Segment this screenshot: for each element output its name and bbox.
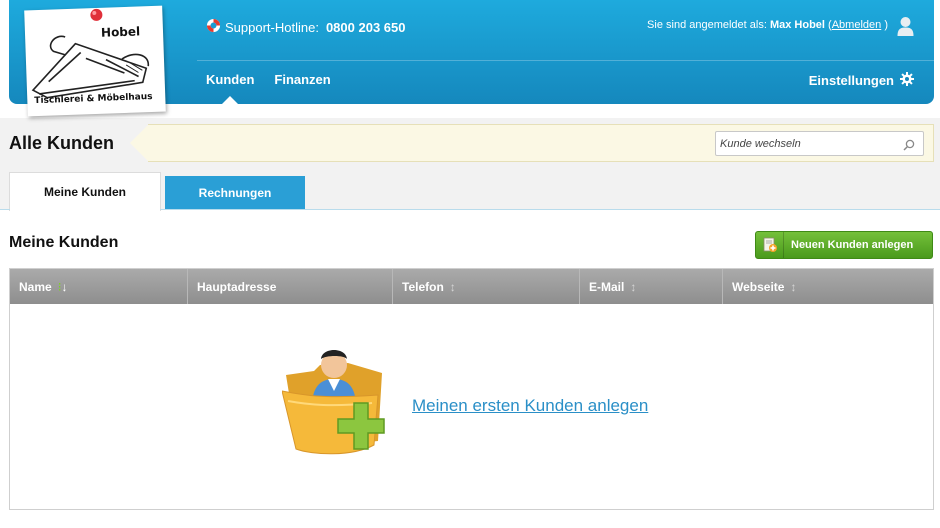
user-name: Max Hobel [769,19,825,31]
user-icon[interactable] [897,16,914,41]
nav-kunden[interactable]: Kunden [206,72,254,104]
tab-meine-kunden[interactable]: Meine Kunden [9,172,161,211]
customer-table: Name ⁝↓ Hauptadresse Telefon ↕ E-Mail ↕ … [9,268,934,510]
column-header-telefon[interactable]: Telefon ↕ [393,269,580,304]
column-header-email[interactable]: E-Mail ↕ [580,269,723,304]
notice-arrow [130,124,149,162]
column-label: Webseite [732,279,785,294]
settings-label: Einstellungen [808,73,894,88]
add-contact-icon [756,232,784,258]
logout-link[interactable]: Abmelden [832,19,882,31]
tab-meine-kunden-label: Meine Kunden [43,185,126,199]
support-hotline: Support-Hotline: 0800 203 650 [206,18,405,36]
create-first-customer-link[interactable]: Meinen ersten Kunden anlegen [412,396,648,416]
header-divider [197,60,934,61]
active-tab-gap [10,209,160,211]
folder-person-add-icon[interactable] [281,345,394,462]
login-prefix: Sie sind angemeldet als: [647,19,767,31]
company-logo[interactable]: Hobel Tischlerei & Möbelhaus [24,5,166,117]
column-label: E-Mail [589,279,625,294]
tab-rechnungen-label: Rechnungen [198,186,272,200]
sort-desc-icon: ⁝↓ [57,279,68,294]
new-customer-button[interactable]: Neuen Kunden anlegen [755,231,933,259]
settings-link[interactable]: Einstellungen [809,72,914,89]
login-info: Sie sind angemeldet als: Max Hobel (Abme… [647,19,888,31]
gear-icon [900,72,914,89]
column-label: Telefon [402,279,444,294]
sort-icon: ↕ [630,279,637,294]
new-customer-button-label: Neuen Kunden anlegen [791,239,914,251]
column-label: Hauptadresse [197,279,277,294]
sort-icon: ↕ [449,279,456,294]
column-header-hauptadresse[interactable]: Hauptadresse [188,269,393,304]
column-header-name[interactable]: Name ⁝↓ [10,269,188,304]
tab-rechnungen[interactable]: Rechnungen [165,176,305,210]
lifebuoy-icon [206,18,221,36]
support-label: Support-Hotline: [225,19,319,35]
page-title: Alle Kunden [9,133,115,153]
support-number: 0800 203 650 [325,19,406,35]
logo-name: Hobel [100,24,141,40]
paren-close: ) [884,19,888,31]
nav-finanzen[interactable]: Finanzen [274,72,330,87]
section-title: Meine Kunden [9,234,119,251]
sort-icon: ↕ [790,279,797,294]
column-label: Name [19,279,52,294]
customer-search-input[interactable] [715,131,924,156]
table-header: Name ⁝↓ Hauptadresse Telefon ↕ E-Mail ↕ … [10,269,933,304]
column-header-webseite[interactable]: Webseite ↕ [723,269,933,304]
search-icon[interactable] [903,138,915,156]
main-nav: Kunden Finanzen [206,72,331,104]
